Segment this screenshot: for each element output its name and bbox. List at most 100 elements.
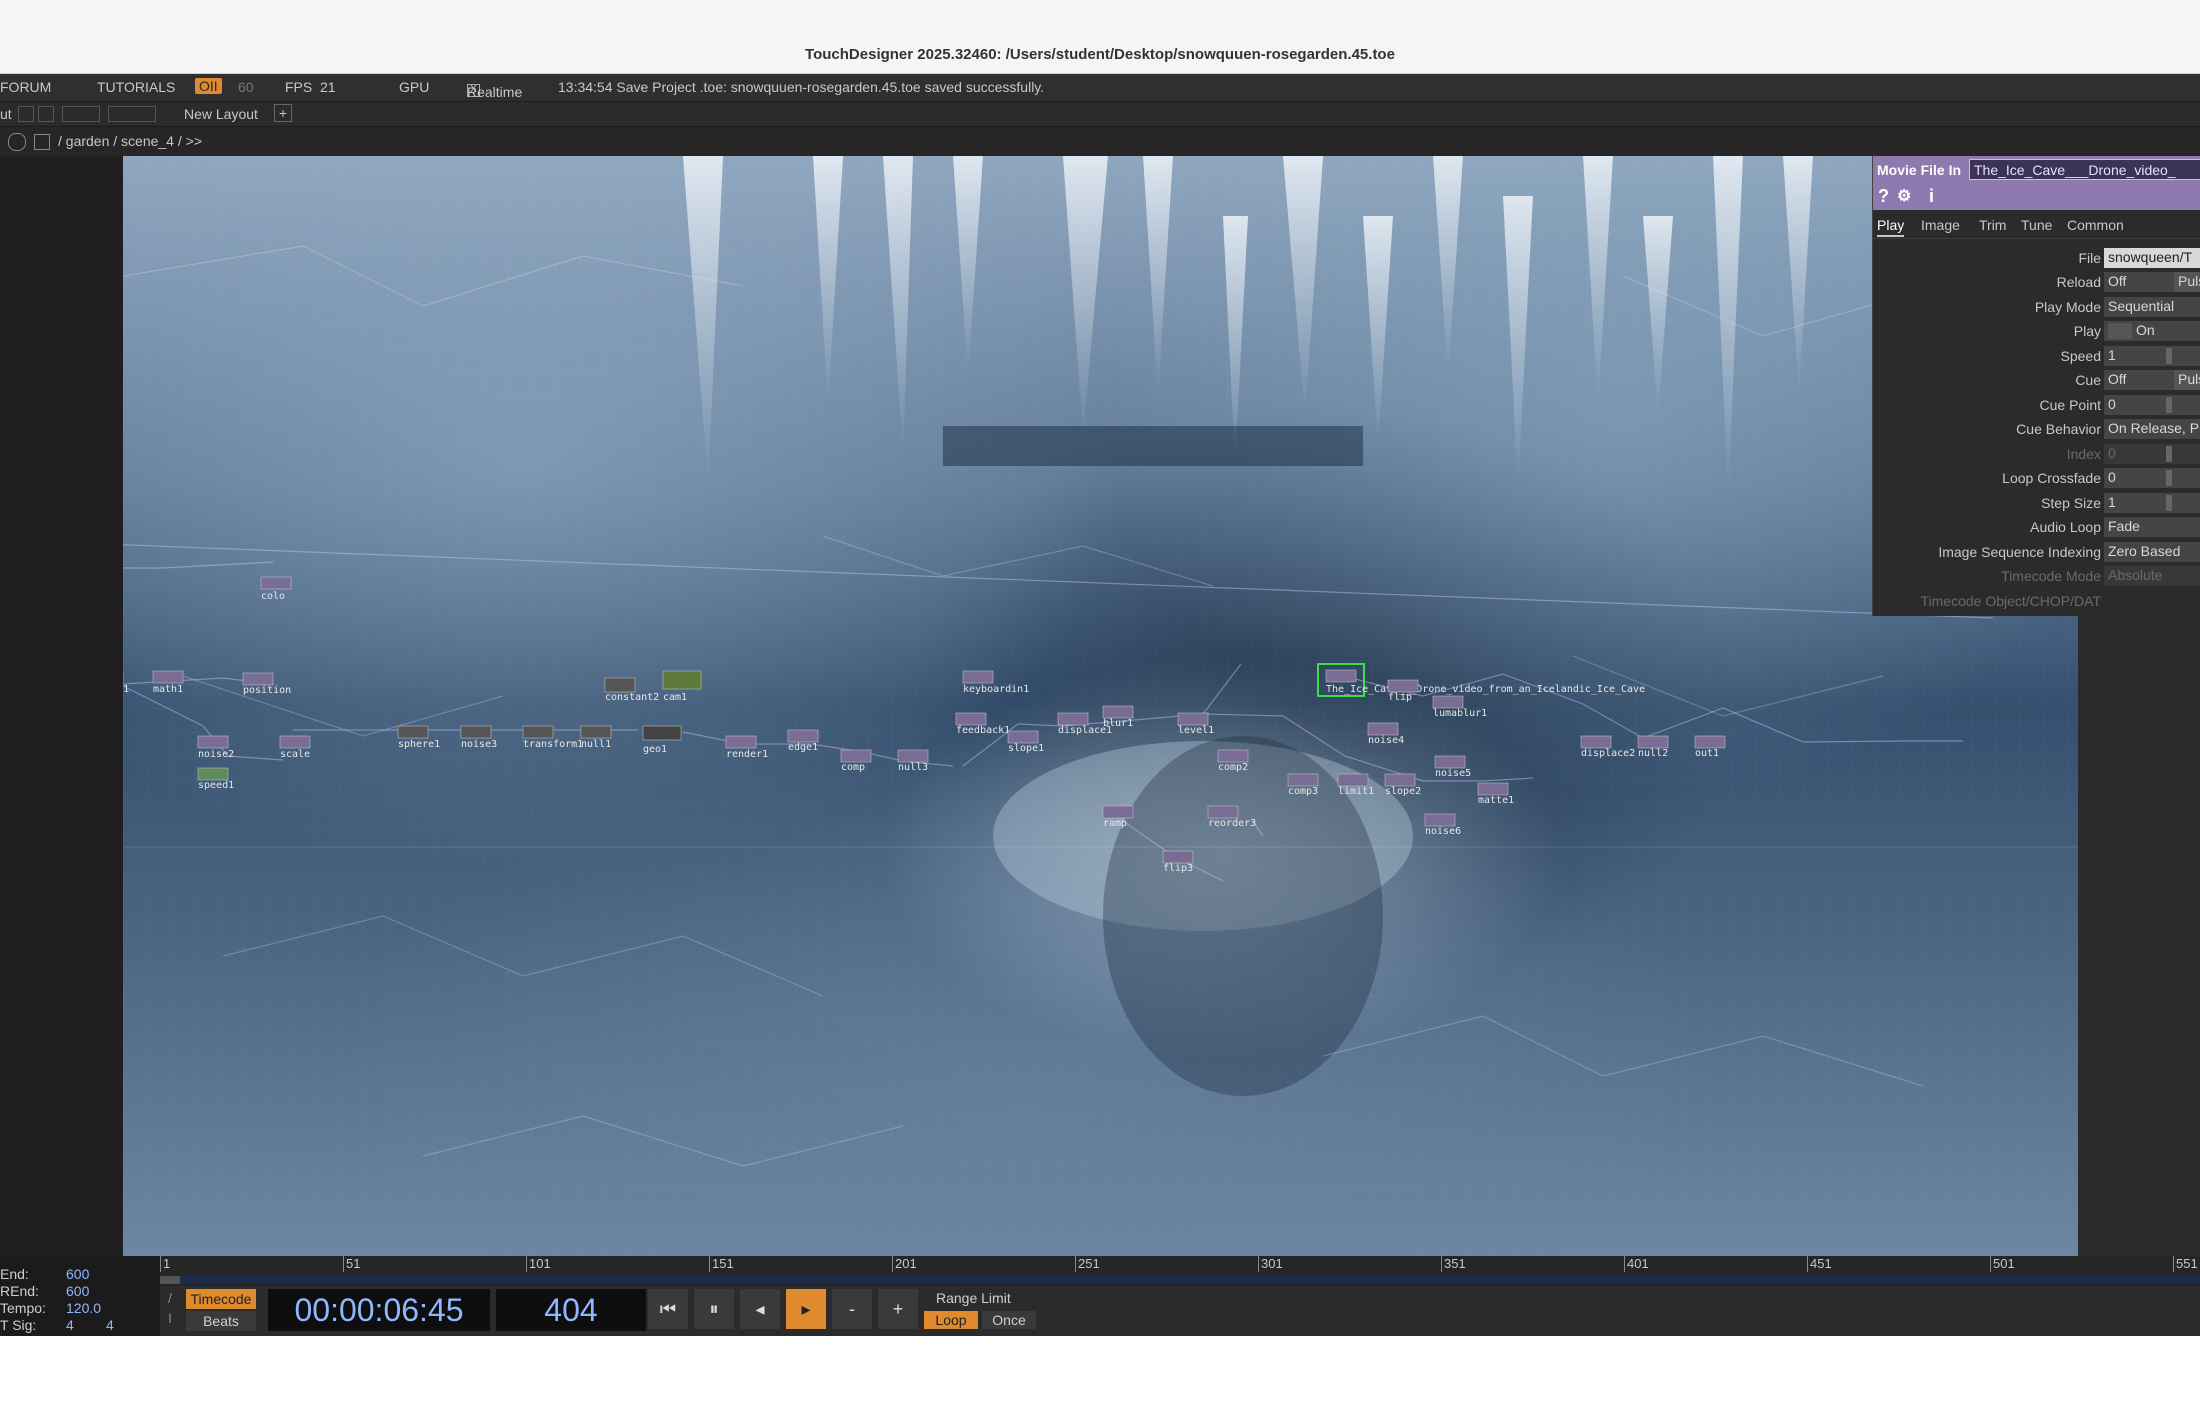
loop-crossfade-slider[interactable] [2166,470,2172,486]
timecode-toggle[interactable]: Timecode [186,1289,256,1309]
speed-slider[interactable] [2166,348,2172,364]
param-timecode-object: Timecode Object/CHOP/DAT [1873,590,2200,612]
add-layout-button[interactable]: + [274,104,292,122]
step-size-slider[interactable] [2166,495,2172,511]
param-image-sequence-indexing: Image Sequence Indexing Zero Based [1873,541,2200,563]
fps-label: FPS [285,79,313,95]
param-audio-loop: Audio Loop Fade [1873,516,2200,538]
tempo-value[interactable]: 120.0 [66,1300,101,1316]
param-header: Movie File In The_Ice_Cave___Drone_video… [1873,156,2200,184]
param-cue: Cue Off Pulse [1873,369,2200,391]
tempo-label: Tempo: [0,1300,46,1316]
oll-toggle[interactable]: OII [195,78,222,94]
cue-behavior-menu[interactable]: On Release, P [2104,419,2200,439]
layout-slot-2[interactable] [38,106,54,122]
info-icon[interactable]: i [1929,186,1934,207]
help-icon[interactable]: ? [1878,186,1889,207]
ruler-tick: 101 [526,1256,551,1272]
tab-common[interactable]: Common [2067,217,2124,233]
param-index: Index 0 [1873,443,2200,465]
cue-pulse-button[interactable]: Pulse [2174,370,2200,390]
play-button[interactable]: ▸ [786,1289,826,1329]
network-left-margin [0,156,123,1256]
operator-name-field[interactable]: The_Ice_Cave___Drone_video_ [1969,159,2200,180]
home-icon[interactable] [8,133,26,151]
play-value: On [2136,322,2155,338]
reload-toggle[interactable]: Off Pulse [2104,272,2200,292]
python-help-icon[interactable]: ⚙ [1897,186,1911,206]
play-toggle[interactable]: On [2104,321,2200,341]
step-minus-button[interactable]: - [832,1289,872,1329]
param-label: Cue [2075,372,2101,388]
gpu-label[interactable]: GPU [399,79,429,95]
loop-button[interactable]: Loop [924,1311,978,1329]
once-button[interactable]: Once [982,1311,1036,1329]
timeline-ruler[interactable]: 1 51 101 151 201 251 301 351 401 451 501… [160,1256,2200,1286]
cue-point-slider[interactable] [2166,397,2172,413]
svg-text:comp2: comp2 [1218,762,1248,773]
step-size-field[interactable]: 1 [2104,493,2200,513]
layout-slot-3[interactable] [62,106,100,122]
layout-slot-1[interactable] [18,106,34,122]
timecode-display[interactable]: 00:00:06:45 [268,1289,490,1331]
timeline-range-bar[interactable] [160,1276,2200,1284]
tab-trim[interactable]: Trim [1979,217,2006,233]
svg-text:blur1: blur1 [1103,718,1133,729]
end-value[interactable]: 600 [66,1266,89,1282]
cue-toggle[interactable]: Off Pulse [2104,370,2200,390]
svg-text:displace2: displace2 [1581,748,1635,759]
node-scale: scale [279,735,311,760]
play-toggle-switch[interactable] [2108,323,2132,340]
node-math1: math1 [152,670,184,695]
param-label: Audio Loop [2030,519,2101,535]
layout-slot-4[interactable] [108,106,156,122]
speed-field[interactable]: 1 [2104,346,2200,366]
svg-text:level1: level1 [1178,725,1214,736]
timeline-slash-button[interactable]: / [168,1290,172,1306]
step-plus-button[interactable]: + [878,1289,918,1329]
step-back-button[interactable]: ◂ [740,1289,780,1329]
new-layout-button[interactable]: New Layout [184,106,258,122]
node-null3: null3 [897,749,929,773]
param-label: Cue Behavior [2016,421,2101,437]
tsig-denominator[interactable]: 4 [106,1317,114,1333]
realtime-label: Realtime [467,84,523,100]
play-mode-menu[interactable]: Sequential [2104,297,2200,317]
timeline-info: End: 600 REnd: 600 Tempo: 120.0 T Sig: 4… [0,1256,160,1336]
index-field: 0 [2104,444,2200,464]
tab-image[interactable]: Image [1921,217,1960,233]
timeline-i-button[interactable]: I [168,1310,172,1326]
file-field[interactable]: snowqueen/T [2104,248,2200,268]
pause-button[interactable]: ⏸ [694,1289,734,1329]
network-path[interactable]: / garden / scene_4 / >> [58,133,202,149]
index-slider [2166,446,2172,462]
reload-pulse-button[interactable]: Pulse [2174,272,2200,292]
cue-point-value: 0 [2108,396,2116,412]
end-label: End: [0,1266,29,1282]
rewind-button[interactable]: ⏮ [648,1289,688,1329]
tab-play[interactable]: Play [1877,217,1905,237]
image-sequence-indexing-menu[interactable]: Zero Based [2104,542,2200,562]
svg-text:The_Ice_Cave___Drone_video_fro: The_Ice_Cave___Drone_video_from_an_Icela… [1326,684,1645,695]
frame-display[interactable]: 404 [496,1289,646,1331]
param-play-mode: Play Mode Sequential [1873,296,2200,318]
forum-link[interactable]: FORUM [0,79,51,95]
rend-value[interactable]: 600 [66,1283,89,1299]
param-label: File [2078,250,2101,266]
background-video-overlay: reorder1 colo lip1 reorder2 noise1 math1… [123,156,2078,1256]
back-icon[interactable] [34,134,50,150]
svg-text:comp: comp [841,762,865,773]
network-path-bar: / garden / scene_4 / >> [0,127,2200,157]
svg-text:speed1: speed1 [198,780,234,791]
audio-loop-menu[interactable]: Fade [2104,517,2200,537]
tutorials-link[interactable]: TUTORIALS [97,79,175,95]
network-editor[interactable]: reorder1 colo lip1 reorder2 noise1 math1… [123,156,2078,1256]
tab-tune[interactable]: Tune [2021,217,2052,233]
beats-toggle[interactable]: Beats [186,1311,256,1331]
loop-crossfade-field[interactable]: 0 [2104,468,2200,488]
svg-text:colo: colo [261,591,285,602]
tsig-numerator[interactable]: 4 [66,1317,74,1333]
param-file: File snowqueen/T [1873,247,2200,269]
cue-point-field[interactable]: 0 [2104,395,2200,415]
param-tabs: Play Image Trim Tune Common [1873,210,2200,239]
